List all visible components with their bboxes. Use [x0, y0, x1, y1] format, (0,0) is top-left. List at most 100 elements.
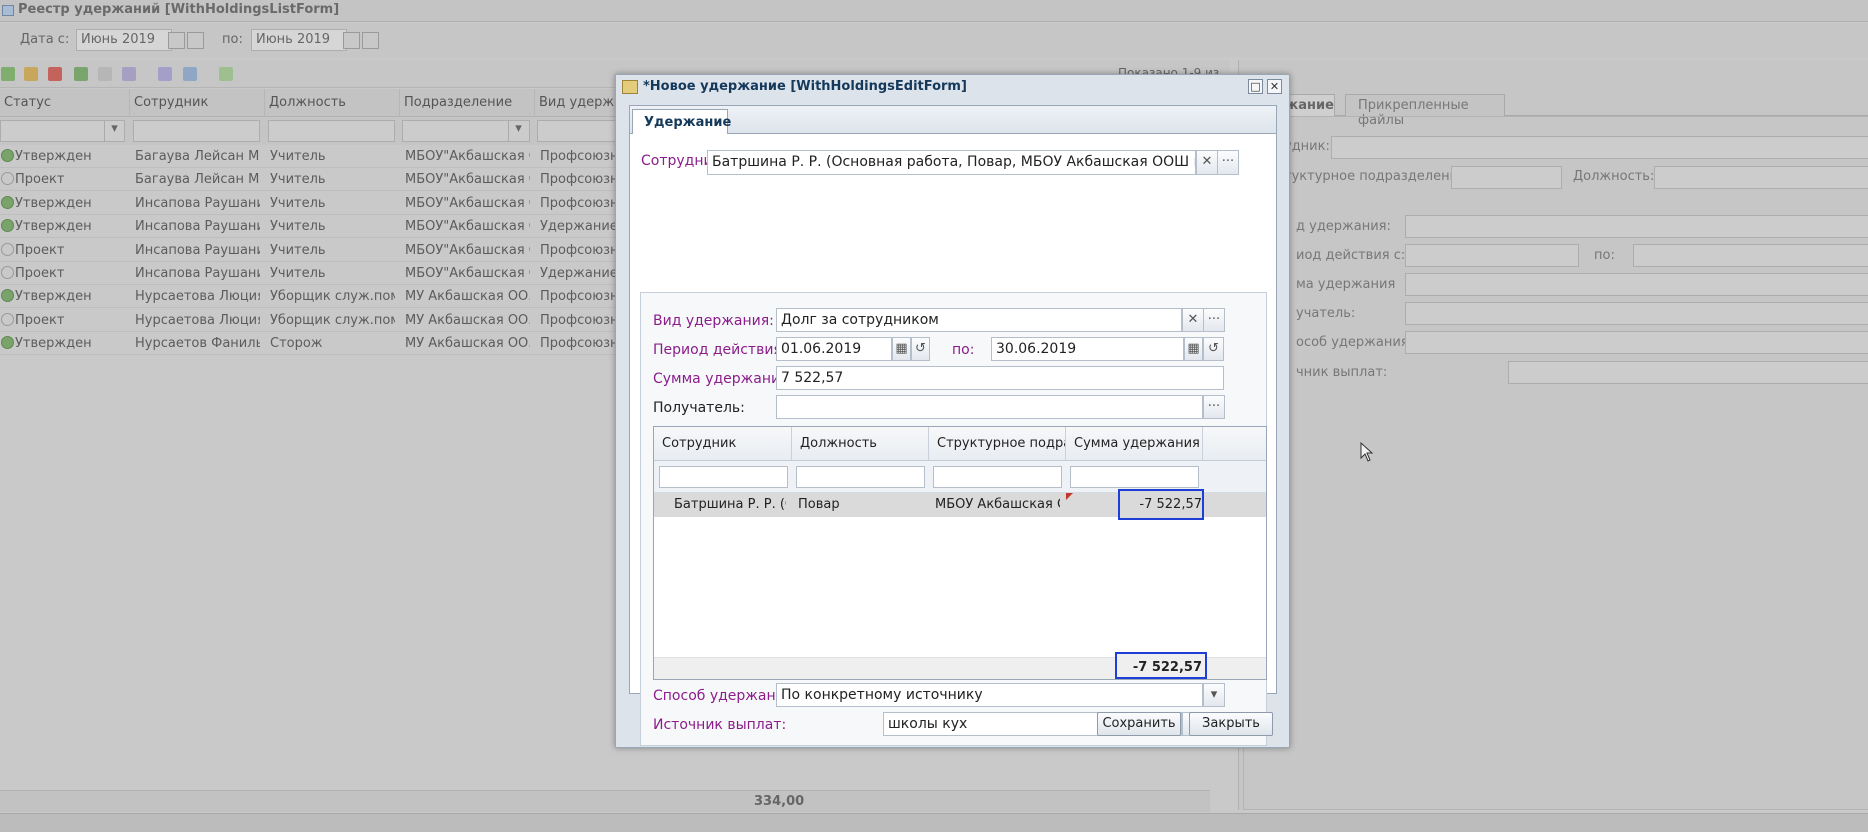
calendar-icon[interactable] — [168, 32, 185, 49]
detail-struct-label: туктурное подразделение: — [1284, 169, 1471, 184]
employee-filter[interactable] — [659, 466, 788, 488]
table-row[interactable]: Проект Нурсаетова Люция ... Уборщик служ.п… — [0, 309, 640, 332]
column-header-status[interactable]: Статус — [0, 89, 130, 117]
cell-dept: МБОУ"Акбашская О... — [405, 266, 530, 281]
detail-position-input[interactable] — [1654, 166, 1868, 189]
save-button[interactable]: Сохранить — [1097, 712, 1181, 736]
cell-amount[interactable]: -7 522,57 — [1132, 497, 1202, 512]
chevron-down-icon[interactable]: ▾ — [508, 121, 528, 141]
mail-icon[interactable] — [98, 67, 112, 81]
refresh-icon[interactable] — [219, 67, 233, 81]
dialog-titlebar[interactable]: *Новое удержание [WithHoldingsEditForm] — [616, 75, 1289, 99]
table-row[interactable]: Проект Багаува Лейсан Ми... Учитель МБОУ"Ак… — [0, 168, 640, 192]
column-header-amount[interactable]: Сумма удержания — [1066, 427, 1203, 461]
cell-status: Утвержден — [15, 336, 92, 352]
table-row[interactable]: Проект Инсапова Раушани... Учитель МБОУ"Акб… — [0, 239, 640, 262]
detail-body: удник: туктурное подразделение: Должност… — [1243, 116, 1868, 810]
sum-input[interactable]: 7 522,57 — [776, 366, 1224, 390]
period-from-input[interactable]: 01.06.2019 — [776, 337, 892, 361]
draft-status-icon — [1, 242, 14, 256]
detail-source-input[interactable] — [1508, 361, 1868, 384]
amount-filter[interactable] — [1070, 466, 1199, 488]
add-icon[interactable] — [1, 67, 15, 81]
method-select[interactable]: По конкретному источнику — [776, 683, 1203, 707]
refresh-date-icon[interactable]: ↺ — [1203, 337, 1224, 361]
employee-filter[interactable] — [133, 120, 260, 142]
column-header-dept[interactable]: Подразделение — [400, 89, 535, 117]
cell-position: Учитель — [270, 149, 326, 164]
close-icon[interactable]: ✕ — [1267, 79, 1282, 94]
detail-period-from-input[interactable] — [1405, 244, 1579, 267]
column-header-position[interactable]: Должность — [265, 89, 400, 117]
clear-icon[interactable]: ✕ — [1196, 150, 1218, 175]
print-icon[interactable] — [183, 67, 197, 81]
detail-source-label: чник выплат: — [1296, 365, 1388, 380]
edit-icon[interactable] — [24, 67, 38, 81]
cell-employee: Инсапова Раушани... — [135, 266, 260, 281]
cell-dept: МБОУ"Акбашская О... — [405, 172, 530, 188]
ellipsis-icon[interactable]: ··· — [1217, 150, 1239, 175]
table-row[interactable]: Проект Инсапова Раушани... Учитель МБОУ"Акб… — [0, 262, 640, 285]
table-row[interactable]: Утвержден Инсапова Раушани... Учитель МБОУ"… — [0, 215, 640, 239]
calendar-icon[interactable]: ▦ — [1184, 337, 1203, 361]
maximize-button[interactable]: □ — [1248, 79, 1263, 94]
column-header-position[interactable]: Должность — [792, 427, 929, 461]
detail-sum-input[interactable] — [1405, 273, 1868, 296]
cell-status: Утвержден — [15, 219, 92, 235]
approved-status-icon — [1, 219, 14, 233]
ellipsis-icon[interactable]: ··· — [1203, 308, 1225, 332]
sum-icon[interactable] — [158, 67, 172, 81]
chevron-down-icon[interactable]: ▾ — [104, 121, 124, 141]
refresh-date-icon[interactable] — [187, 32, 204, 49]
calendar-icon[interactable]: ▦ — [892, 337, 911, 361]
detail-type-input[interactable] — [1405, 215, 1868, 238]
detail-method-input[interactable] — [1405, 331, 1868, 354]
detail-recipient-input[interactable] — [1405, 302, 1868, 325]
list-form-titlebar: Реестр удержаний [WithHoldingsListForm] — [0, 0, 1868, 22]
cell-position: Уборщик служ.пом... — [270, 312, 395, 328]
date-to-input[interactable]: Июнь 2019 — [251, 29, 347, 51]
list-form-title: Реестр удержаний [WithHoldingsListForm] — [18, 2, 340, 17]
date-from-input[interactable]: Июнь 2019 — [76, 29, 172, 51]
column-header-dept[interactable]: Структурное подраз... — [929, 427, 1066, 461]
cell-position: Сторож — [270, 336, 323, 352]
dept-filter[interactable] — [933, 466, 1062, 488]
recipient-field[interactable] — [776, 395, 1203, 419]
table-row[interactable]: Утвержден Багаува Лейсан Ми... Учитель МБОУ… — [0, 145, 640, 168]
tab-attached-files[interactable]: Прикрепленные файлы — [1345, 94, 1505, 128]
cell-dept: МБОУ"Акбашская О... — [405, 219, 530, 235]
cell-dept: МБОУ"Акбашская О... — [405, 242, 530, 258]
column-header-employee[interactable]: Сотрудник — [654, 427, 792, 461]
table-row[interactable]: Утвержден Нурсаетова Люция ... Уборщик слу… — [0, 285, 640, 309]
cell-dept: МУ Акбашская ОО... — [405, 336, 530, 352]
chevron-down-icon[interactable]: ▾ — [1203, 683, 1225, 707]
modified-marker — [1066, 493, 1073, 500]
approved-status-icon — [1, 289, 14, 303]
period-to-input[interactable]: 30.06.2019 — [991, 337, 1184, 361]
detail-period-to-input[interactable] — [1633, 244, 1868, 267]
recipient-label: Получатель: — [653, 400, 745, 416]
cell-employee: Батршина Р. Р. (О... — [674, 497, 786, 512]
refresh-date-icon[interactable] — [362, 32, 379, 49]
delete-icon[interactable] — [48, 67, 62, 81]
cell-status: Проект — [15, 266, 65, 281]
detail-struct-input[interactable] — [1451, 166, 1562, 189]
table-row[interactable]: Утвержден Нурсаетов Фаниль ... Сторож МУ Ак… — [0, 332, 640, 356]
approve-icon[interactable] — [74, 67, 88, 81]
settings-icon[interactable] — [122, 67, 136, 81]
clear-icon[interactable]: ✕ — [1182, 308, 1204, 332]
column-header-employee[interactable]: Сотрудник — [130, 89, 265, 117]
table-row[interactable]: Батршина Р. Р. (О... Повар МБОУ Акбашска… — [654, 489, 1266, 520]
close-button[interactable]: Закрыть — [1189, 712, 1273, 736]
employee-field[interactable]: Батршина Р. Р. (Основная работа, Повар, … — [707, 150, 1196, 175]
type-field[interactable]: Долг за сотрудником — [776, 308, 1182, 332]
detail-employee-input[interactable] — [1331, 136, 1868, 159]
position-filter[interactable] — [796, 466, 925, 488]
table-row[interactable]: Утвержден Инсапова Раушани... Учитель МБОУ"… — [0, 192, 640, 215]
cell-employee: Багаува Лейсан Ми... — [135, 149, 260, 164]
refresh-date-icon[interactable]: ↺ — [911, 337, 930, 361]
tab-withholding[interactable]: Удержание — [632, 109, 731, 134]
calendar-icon[interactable] — [343, 32, 360, 49]
position-filter[interactable] — [268, 120, 395, 142]
ellipsis-icon[interactable]: ··· — [1203, 395, 1225, 419]
